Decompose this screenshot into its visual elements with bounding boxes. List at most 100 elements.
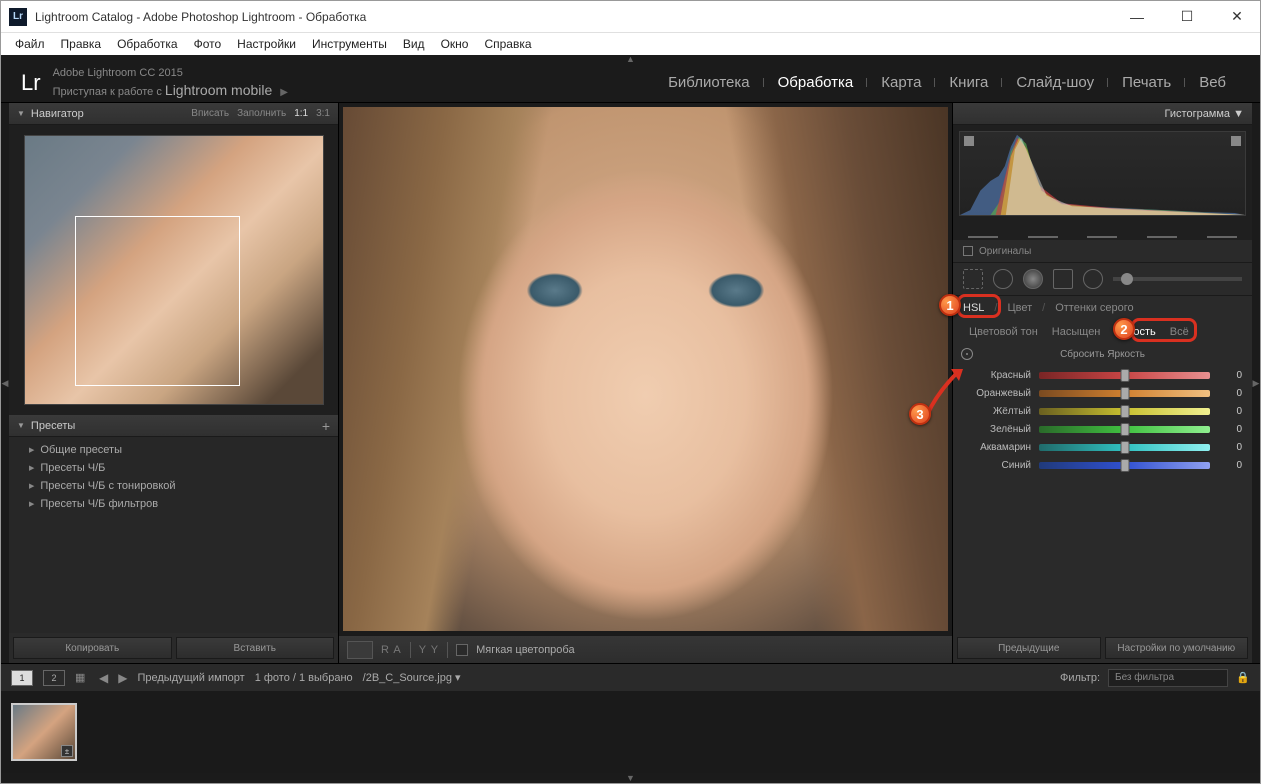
- slider-Красный[interactable]: Красный0: [963, 366, 1242, 384]
- menu-file[interactable]: Файл: [9, 35, 51, 53]
- slider-value[interactable]: 0: [1218, 442, 1242, 453]
- filter-lock-icon[interactable]: 🔒: [1236, 671, 1250, 685]
- slider-track[interactable]: [1039, 408, 1210, 415]
- slider-value[interactable]: 0: [1218, 370, 1242, 381]
- menu-view[interactable]: Вид: [397, 35, 431, 53]
- slider-knob[interactable]: [1120, 405, 1129, 418]
- grid-icon[interactable]: ▦: [75, 671, 89, 685]
- radial-filter-tool[interactable]: [1083, 269, 1103, 289]
- slider-track[interactable]: [1039, 372, 1210, 379]
- source-label[interactable]: Предыдущий импорт: [137, 672, 244, 684]
- main-display-button[interactable]: 1: [11, 670, 33, 686]
- slider-knob[interactable]: [1120, 423, 1129, 436]
- zoom-1to1[interactable]: 1:1: [294, 108, 308, 119]
- maximize-button[interactable]: ☐: [1172, 7, 1202, 27]
- menu-window[interactable]: Окно: [435, 35, 475, 53]
- target-adjust-tool[interactable]: [961, 348, 973, 360]
- slider-value[interactable]: 0: [1218, 424, 1242, 435]
- nav-back[interactable]: ◀: [99, 671, 108, 685]
- slider-track[interactable]: [1039, 444, 1210, 451]
- module-book[interactable]: Книга: [935, 74, 1002, 91]
- slider-value[interactable]: 0: [1218, 406, 1242, 417]
- left-collapse[interactable]: ◀: [1, 103, 9, 663]
- preset-folder[interactable]: Пресеты Ч/Б с тонировкой: [9, 477, 338, 495]
- filmstrip[interactable]: ±: [1, 691, 1260, 773]
- menu-help[interactable]: Справка: [478, 35, 537, 53]
- reset-label[interactable]: Сбросить Яркость: [1060, 349, 1145, 360]
- center-area: R A Y Y Мягкая цветопроба: [339, 103, 952, 663]
- menu-settings[interactable]: Настройки: [231, 35, 302, 53]
- preset-folder[interactable]: Пресеты Ч/Б фильтров: [9, 495, 338, 513]
- grad-filter-tool[interactable]: [1053, 269, 1073, 289]
- slider-Жёлтый[interactable]: Жёлтый0: [963, 402, 1242, 420]
- right-panel: Гистограмма ▼: [952, 103, 1252, 663]
- nav-fwd[interactable]: ▶: [118, 671, 127, 685]
- slider-Аквамарин[interactable]: Аквамарин0: [963, 438, 1242, 456]
- tab-bw[interactable]: Оттенки серого: [1055, 302, 1133, 314]
- slider-track[interactable]: [1039, 462, 1210, 469]
- zoom-3to1[interactable]: 3:1: [316, 108, 330, 119]
- slider-knob[interactable]: [1120, 387, 1129, 400]
- filmstrip-thumb[interactable]: ±: [11, 703, 77, 761]
- preset-folder[interactable]: Общие пресеты: [9, 441, 338, 459]
- slider-value[interactable]: 0: [1218, 388, 1242, 399]
- module-develop[interactable]: Обработка: [764, 74, 868, 91]
- slider-Синий[interactable]: Синий 0: [963, 456, 1242, 474]
- reset-button[interactable]: Настройки по умолчанию: [1105, 637, 1249, 659]
- previous-button[interactable]: Предыдущие: [957, 637, 1101, 659]
- module-map[interactable]: Карта: [867, 74, 935, 91]
- spot-tool[interactable]: [993, 269, 1013, 289]
- minimize-button[interactable]: —: [1122, 7, 1152, 27]
- image-canvas[interactable]: [343, 107, 948, 631]
- preset-folder[interactable]: Пресеты Ч/Б: [9, 459, 338, 477]
- slider-Оранжевый[interactable]: Оранжевый0: [963, 384, 1242, 402]
- copy-button[interactable]: Копировать: [13, 637, 172, 659]
- histogram-body[interactable]: [953, 125, 1252, 240]
- slider-Зелёный[interactable]: Зелёный0: [963, 420, 1242, 438]
- slider-knob[interactable]: [1120, 369, 1129, 382]
- identity-line2[interactable]: Приступая к работе с Lightroom mobile▶: [53, 81, 288, 99]
- menu-tools[interactable]: Инструменты: [306, 35, 393, 53]
- subtab-sat[interactable]: Насыщен: [1046, 324, 1107, 340]
- slider-value[interactable]: 0: [1218, 460, 1242, 471]
- menu-develop[interactable]: Обработка: [111, 35, 184, 53]
- filter-select[interactable]: Без фильтра: [1108, 669, 1228, 687]
- subtab-hue[interactable]: Цветовой тон: [963, 324, 1044, 340]
- module-web[interactable]: Веб: [1185, 74, 1240, 91]
- presets-header[interactable]: ▼ Пресеты +: [9, 415, 338, 437]
- slider-track[interactable]: [1039, 426, 1210, 433]
- histogram-header[interactable]: Гистограмма ▼: [953, 103, 1252, 125]
- navigator-header[interactable]: ▼ Навигатор Вписать Заполнить 1:1 3:1: [9, 103, 338, 125]
- chevron-down-icon: ▼: [17, 421, 25, 430]
- before-after-ra[interactable]: R A: [381, 644, 402, 656]
- zoom-fill[interactable]: Заполнить: [237, 108, 286, 119]
- top-panel-collapse[interactable]: ▲: [1, 55, 1260, 63]
- zoom-fit[interactable]: Вписать: [191, 108, 229, 119]
- menu-photo[interactable]: Фото: [188, 35, 228, 53]
- originals-row[interactable]: Оригиналы: [953, 240, 1252, 262]
- add-preset-button[interactable]: +: [322, 418, 330, 434]
- navigator-body[interactable]: [9, 125, 338, 415]
- slider-label: Синий: [963, 460, 1031, 471]
- softproof-checkbox[interactable]: [456, 644, 468, 656]
- slider-knob[interactable]: [1120, 459, 1129, 472]
- slider-knob[interactable]: [1120, 441, 1129, 454]
- paste-button[interactable]: Вставить: [176, 637, 335, 659]
- close-button[interactable]: ✕: [1222, 7, 1252, 27]
- right-collapse[interactable]: ▶: [1252, 103, 1260, 663]
- second-display-button[interactable]: 2: [43, 670, 65, 686]
- tab-color[interactable]: Цвет: [1007, 302, 1032, 314]
- module-print[interactable]: Печать: [1108, 74, 1185, 91]
- redeye-tool[interactable]: [1023, 269, 1043, 289]
- loupe-view-button[interactable]: [347, 641, 373, 659]
- bottom-panel-collapse[interactable]: ▼: [1, 773, 1260, 783]
- module-library[interactable]: Библиотека: [654, 74, 764, 91]
- navigator-crop-rect[interactable]: [75, 216, 240, 386]
- before-after-yy[interactable]: Y Y: [419, 644, 439, 656]
- crop-tool[interactable]: [963, 269, 983, 289]
- slider-track[interactable]: [1039, 390, 1210, 397]
- filename-label[interactable]: /2B_C_Source.jpg ▾: [363, 671, 461, 684]
- brush-size-slider[interactable]: [1113, 277, 1242, 281]
- module-slideshow[interactable]: Слайд-шоу: [1002, 74, 1108, 91]
- menu-edit[interactable]: Правка: [55, 35, 108, 53]
